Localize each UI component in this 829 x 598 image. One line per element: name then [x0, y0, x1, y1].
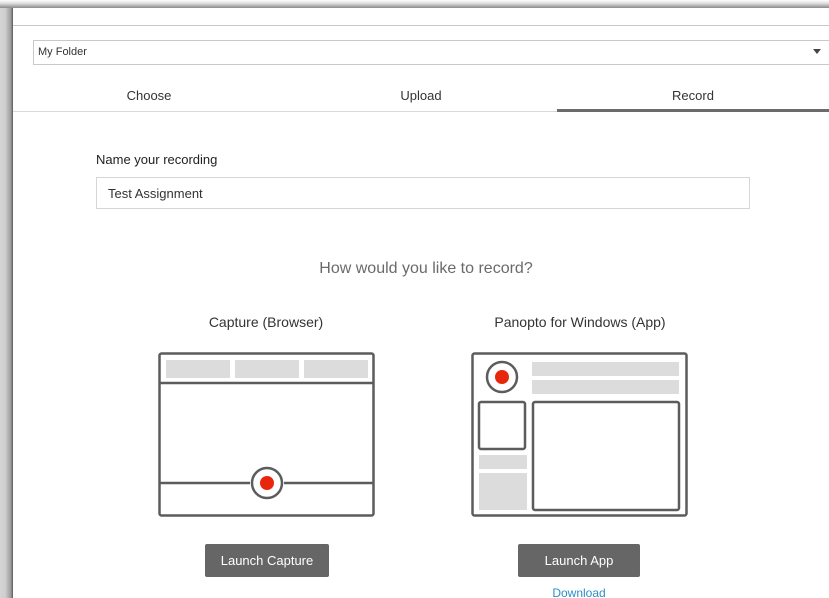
- window-shadow-left: [0, 0, 13, 598]
- browser-capture-illustration[interactable]: [158, 352, 376, 518]
- header-divider: [13, 25, 829, 26]
- tab-upload-label: Upload: [400, 88, 442, 103]
- capture-option-title: Capture (Browser): [208, 314, 324, 330]
- tab-choose[interactable]: Choose: [13, 82, 285, 111]
- tab-bar: Choose Upload Record: [13, 82, 829, 112]
- windows-app-illustration[interactable]: [471, 352, 689, 518]
- tab-upload[interactable]: Upload: [285, 82, 557, 111]
- launch-app-button[interactable]: Launch App: [518, 544, 640, 577]
- recording-panel: My Folder Choose Upload Record Name your…: [13, 8, 829, 598]
- tab-record-label: Record: [672, 88, 714, 103]
- recording-name-input[interactable]: Test Assignment: [96, 177, 750, 209]
- download-link[interactable]: Download: [518, 586, 640, 598]
- app-option-title: Panopto for Windows (App): [494, 314, 666, 330]
- window-shadow-top: [0, 0, 829, 8]
- folder-dropdown-value: My Folder: [38, 46, 87, 58]
- tab-choose-label: Choose: [126, 88, 172, 103]
- record-method-question: How would you like to record?: [319, 260, 533, 277]
- tab-record[interactable]: Record: [557, 82, 829, 112]
- launch-capture-button[interactable]: Launch Capture: [205, 544, 329, 577]
- chevron-down-icon[interactable]: [813, 49, 821, 54]
- recording-name-label: Name your recording: [96, 152, 218, 167]
- folder-dropdown[interactable]: My Folder: [33, 40, 829, 65]
